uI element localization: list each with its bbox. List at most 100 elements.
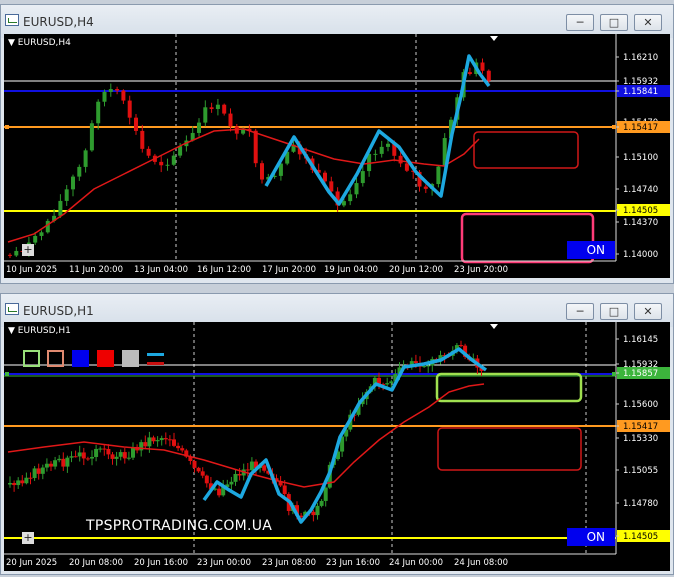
color-gray-tool[interactable] <box>122 350 139 367</box>
time-label: 11 Jun 20:00 <box>69 265 123 275</box>
candle-body <box>354 183 359 195</box>
candle-body <box>49 463 53 467</box>
candle-body <box>147 437 152 447</box>
color-blue-tool[interactable] <box>72 350 89 367</box>
plus-icon[interactable]: + <box>22 532 34 544</box>
candle-body <box>249 461 254 471</box>
time-label: 20 Jun 16:00 <box>134 558 188 568</box>
candle-body <box>192 461 197 468</box>
time-label: 23 Jun 16:00 <box>326 558 380 568</box>
candle-body <box>44 463 49 468</box>
zigzag-line <box>264 54 491 206</box>
time-label: 19 Jun 04:00 <box>324 265 378 275</box>
candle-body <box>118 452 123 457</box>
candle-body <box>110 454 115 459</box>
candle-body <box>65 457 70 467</box>
window-title: EURUSD,H4 <box>23 15 94 29</box>
candle-body <box>436 166 441 185</box>
candle-body <box>58 200 63 216</box>
triangle-down-icon: ▼ <box>8 326 15 336</box>
candle-body <box>196 467 201 472</box>
level-marker <box>5 125 9 129</box>
price-chart[interactable]: 1.162101.159321.158411.154701.154171.151… <box>4 34 670 278</box>
candle-body <box>114 456 119 459</box>
candle-body <box>165 164 170 166</box>
price-label: 1.15857 <box>623 369 658 379</box>
candle-body <box>413 361 418 364</box>
price-label: 1.15417 <box>623 123 658 133</box>
price-label: 1.16145 <box>623 335 658 345</box>
candle-body <box>217 488 222 496</box>
candle-body <box>53 460 58 467</box>
chart-window-icon <box>5 14 19 26</box>
candle-body <box>311 511 316 516</box>
watermark: TPSPROTRADING.COM.UA <box>86 518 273 534</box>
candle-body <box>102 91 107 102</box>
price-label: 1.14505 <box>623 532 658 542</box>
price-chart[interactable]: 1.16145 1.15932 1.15857 1.15600 1.15417 1.153… <box>4 322 670 571</box>
candle-body <box>127 100 132 118</box>
candle-body <box>167 439 172 441</box>
zone-rectangle <box>435 372 583 403</box>
candle-body <box>163 438 168 440</box>
candle-body <box>77 452 82 457</box>
line-style-tool[interactable] <box>147 351 164 368</box>
close-button[interactable]: ✕ <box>634 303 662 320</box>
minimize-button[interactable]: ─ <box>566 303 594 320</box>
on-button[interactable]: ON <box>567 241 615 259</box>
color-red-tool[interactable] <box>97 350 114 367</box>
price-label: 1.14000 <box>623 250 658 260</box>
symbol-text: EURUSD,H1 <box>17 326 71 336</box>
candle-body <box>143 442 148 447</box>
candle-body <box>180 448 185 451</box>
candle-body <box>139 442 144 451</box>
candle-body <box>33 235 38 243</box>
candle-body <box>323 487 328 501</box>
price-label: 1.14740 <box>623 185 658 195</box>
candle-body <box>171 155 176 165</box>
candle-body <box>96 101 101 124</box>
candle-body <box>386 143 390 147</box>
price-label: 1.14505 <box>623 206 658 216</box>
time-label: 13 Jun 04:00 <box>134 265 188 275</box>
plus-icon[interactable]: + <box>22 244 34 256</box>
candle-body <box>98 448 103 450</box>
candle-body <box>64 189 69 201</box>
price-label: 1.15100 <box>623 153 658 163</box>
symbol-label: ▼ EURUSD,H4 <box>8 38 71 48</box>
candle-body <box>233 473 238 482</box>
candle-body <box>155 440 160 442</box>
maximize-button[interactable]: □ <box>600 14 628 31</box>
moving-average-line <box>7 128 480 243</box>
candle-body <box>486 70 491 81</box>
candle-body <box>24 477 29 484</box>
candle-body <box>140 130 145 149</box>
close-button[interactable]: ✕ <box>634 14 662 31</box>
candle-body <box>423 186 428 189</box>
minimize-button[interactable]: ─ <box>566 14 594 31</box>
time-label: 20 Jun 2025 <box>6 558 57 568</box>
candle-body <box>229 481 234 485</box>
maximize-button[interactable]: □ <box>600 303 628 320</box>
candle-body <box>209 107 214 110</box>
candle-body <box>178 146 183 156</box>
chart-window-icon <box>5 303 19 315</box>
time-label: 23 Jun 00:00 <box>197 558 251 568</box>
candle-body <box>379 146 384 154</box>
candle-body <box>146 148 151 156</box>
candle-body <box>360 171 365 184</box>
shift-marker-icon <box>490 36 498 41</box>
on-button[interactable]: ON <box>567 528 615 546</box>
candle-body <box>172 439 176 446</box>
level-marker <box>612 125 616 129</box>
candle-body <box>102 448 107 450</box>
draw-rectangle-green-tool[interactable] <box>23 350 40 367</box>
candle-body <box>176 445 181 449</box>
candle-body <box>282 485 287 495</box>
time-label: 17 Jun 20:00 <box>262 265 316 275</box>
price-label: 1.15600 <box>623 400 658 410</box>
candle-body <box>204 475 209 484</box>
draw-rectangle-salmon-tool[interactable] <box>47 350 64 367</box>
candle-body <box>215 104 220 110</box>
candle-body <box>203 107 208 123</box>
